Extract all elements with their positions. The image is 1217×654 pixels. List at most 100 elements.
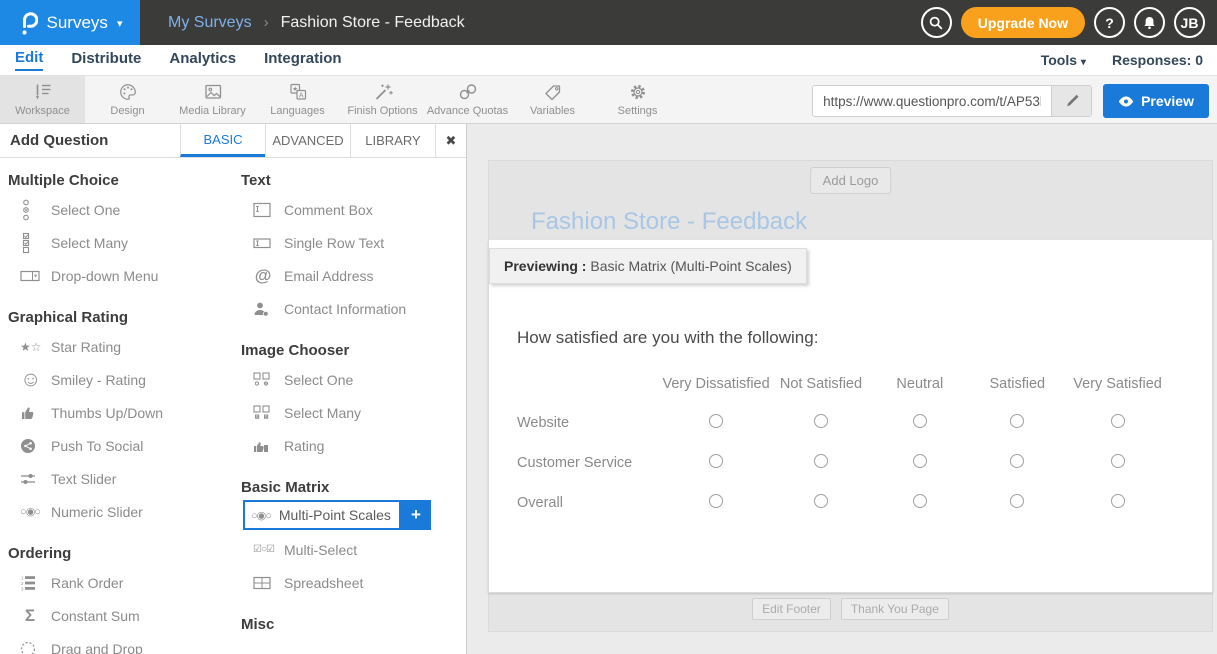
radio-button[interactable] [814,414,828,428]
toolbar-item-design[interactable]: Design [85,76,170,123]
close-panel-button[interactable]: ✖ [435,124,466,157]
question-type-image-rating[interactable]: Rating [241,429,466,462]
survey-body: Previewing : Basic Matrix (Multi-Point S… [488,240,1213,593]
question-type-multi-select[interactable]: ☑○☑ Multi-Select [241,533,466,566]
eye-icon [1118,96,1134,107]
radio-button[interactable] [709,414,723,428]
tab-basic[interactable]: BASIC [180,124,265,157]
thank-you-page-button[interactable]: Thank You Page [841,598,949,620]
edit-footer-button[interactable]: Edit Footer [752,598,831,620]
survey-header: Add Logo Fashion Store - Feedback [488,160,1213,240]
help-button[interactable]: ? [1094,7,1125,38]
question-type-select-one[interactable]: Select One [8,193,233,226]
question-type-rank-order[interactable]: 1 2 3 Rank Order [8,566,233,599]
question-text[interactable]: How satisfied are you with the following… [517,328,818,348]
matrix-row: Customer Service [501,443,1169,483]
image-rating-icon [253,438,273,454]
radio-button[interactable] [709,494,723,508]
toolbar-item-media-library[interactable]: Media Library [170,76,255,123]
close-icon: ✖ [446,133,457,149]
question-type-star-rating[interactable]: ★☆ Star Rating [8,330,233,363]
image-select-many-icon [253,405,273,420]
tab-analytics[interactable]: Analytics [169,50,236,70]
upgrade-now-button[interactable]: Upgrade Now [961,7,1085,38]
radio-button[interactable] [1111,414,1125,428]
radio-button[interactable] [913,494,927,508]
tag-icon [542,82,564,102]
radio-button[interactable] [1010,414,1024,428]
survey-toolbar: Workspace Design Media Library ★ [0,76,1217,124]
question-type-spreadsheet[interactable]: Spreadsheet [241,566,466,599]
notifications-button[interactable] [1134,7,1165,38]
matrix-row-label: Customer Service [501,443,661,483]
previewing-label: Previewing : [504,258,586,274]
radio-button[interactable] [814,454,828,468]
question-type-smiley-rating[interactable]: ☺ Smiley - Rating [8,363,233,396]
toolbar-item-finish-options[interactable]: Finish Options [340,76,425,123]
question-type-image-select-many[interactable]: Select Many [241,396,466,429]
search-button[interactable] [921,7,952,38]
comment-box-icon [253,202,273,218]
survey-url-field [812,85,1092,117]
radio-button[interactable] [1111,454,1125,468]
question-type-thumbs-up-down[interactable]: Thumbs Up/Down [8,396,233,429]
question-mark-icon: ? [1105,15,1114,31]
survey-title[interactable]: Fashion Store - Feedback [531,208,807,236]
add-question-plus-button[interactable]: + [401,500,431,530]
add-question-panel: Add Question BASIC ADVANCED LIBRARY ✖ Mu… [0,124,467,654]
tab-advanced[interactable]: ADVANCED [265,124,350,157]
toolbar-item-advance-quotas[interactable]: Advance Quotas [425,76,510,123]
preview-button[interactable]: Preview [1103,84,1209,118]
rank-order-icon: 1 2 3 [20,575,40,591]
toolbar-item-settings[interactable]: Settings [595,76,680,123]
radio-button[interactable] [1010,494,1024,508]
question-type-contact-information[interactable]: Contact Information [241,292,466,325]
question-type-select-many[interactable]: Select Many [8,226,233,259]
breadcrumb-parent[interactable]: My Surveys [168,14,252,32]
radio-button[interactable] [709,454,723,468]
previewing-value: Basic Matrix (Multi-Point Scales) [586,258,791,274]
radio-button[interactable] [913,454,927,468]
radio-button[interactable] [1010,454,1024,468]
avatar[interactable]: JB [1174,7,1205,38]
question-type-image-select-one[interactable]: Select One [241,363,466,396]
question-type-constant-sum[interactable]: Σ Constant Sum [8,599,233,632]
chevron-down-icon: ▾ [117,17,123,30]
responses-count[interactable]: Responses: 0 [1112,52,1203,68]
question-type-dropdown-menu[interactable]: Drop-down Menu [8,259,233,292]
survey-url-input[interactable] [813,86,1051,116]
question-type-comment-box[interactable]: Comment Box [241,193,466,226]
question-type-multi-point-scales[interactable]: ○◉○ Multi-Point Scales + [243,500,466,530]
edit-url-button[interactable] [1051,86,1091,116]
tab-edit[interactable]: Edit [15,49,43,71]
tab-distribute[interactable]: Distribute [71,50,141,70]
brand-label: Surveys [47,13,108,33]
sigma-icon: Σ [20,606,40,626]
toolbar-item-workspace[interactable]: Workspace [0,76,85,123]
radio-button[interactable] [913,414,927,428]
breadcrumb-current: Fashion Store - Feedback [281,14,465,32]
questionpro-logo-icon [18,9,38,36]
question-type-email-address[interactable]: @ Email Address [241,259,466,292]
spreadsheet-icon [253,576,273,590]
question-type-drag-and-drop[interactable]: Drag and Drop [8,632,233,654]
question-type-text-slider[interactable]: Text Slider [8,462,233,495]
radio-button[interactable] [814,494,828,508]
svg-text:1: 1 [21,575,24,580]
magic-wand-icon [372,82,394,102]
drag-icon [20,641,40,654]
radio-list-icon [20,199,40,221]
radio-button[interactable] [1111,494,1125,508]
tools-menu[interactable]: Tools ▾ [1041,52,1086,68]
brand-menu[interactable]: Surveys ▾ [0,0,140,45]
section-title-basic-matrix: Basic Matrix [241,479,466,496]
single-row-text-icon [253,236,273,250]
toolbar-item-variables[interactable]: Variables [510,76,595,123]
add-logo-button[interactable]: Add Logo [810,167,892,194]
question-type-push-to-social[interactable]: Push To Social [8,429,233,462]
tab-library[interactable]: LIBRARY [350,124,435,157]
question-type-single-row-text[interactable]: Single Row Text [241,226,466,259]
tab-integration[interactable]: Integration [264,50,342,70]
toolbar-item-languages[interactable]: ★ A Languages [255,76,340,123]
question-type-numeric-slider[interactable]: ○◉○ Numeric Slider [8,495,233,528]
